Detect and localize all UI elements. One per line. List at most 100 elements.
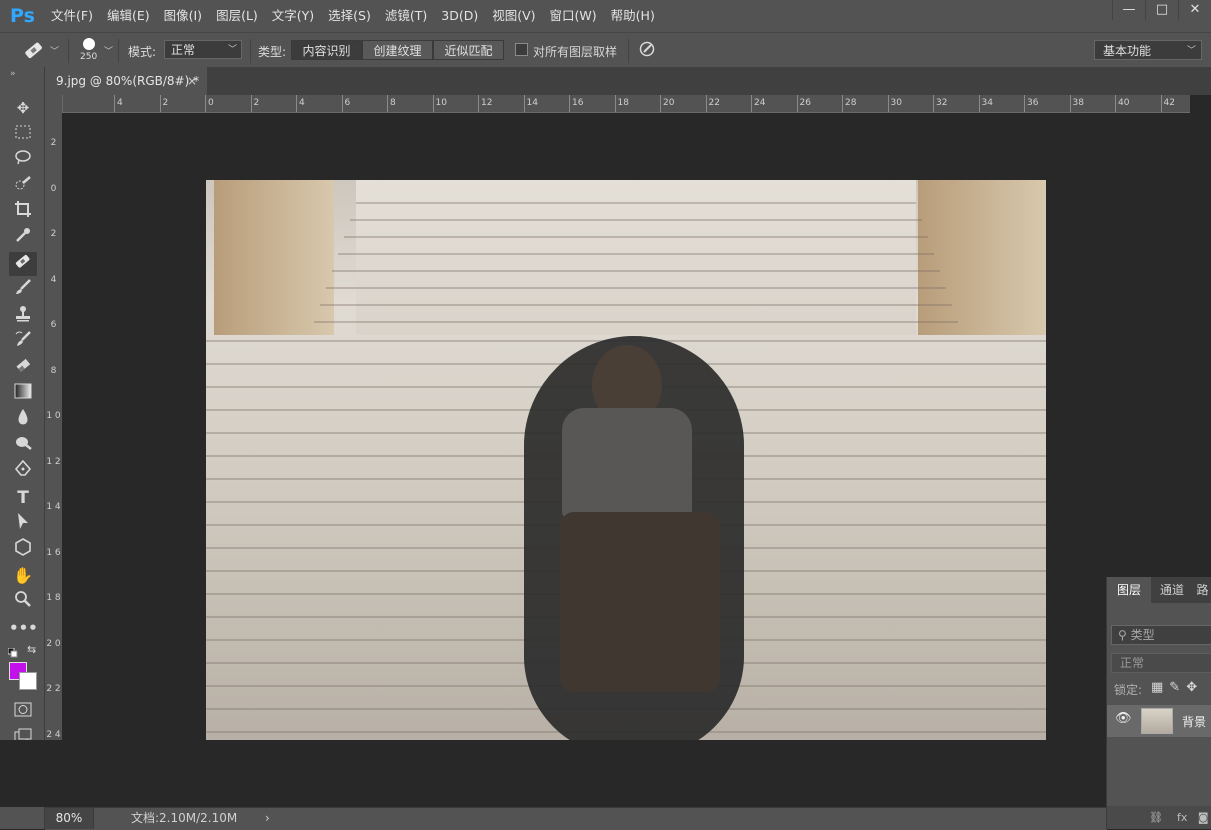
healing-overlay bbox=[524, 336, 744, 756]
menu-layer[interactable]: 图层(L) bbox=[209, 0, 265, 32]
tab-close-icon[interactable]: × bbox=[187, 67, 197, 95]
ruler-tick-label: 2 4 bbox=[46, 729, 61, 740]
close-button[interactable]: ✕ bbox=[1178, 0, 1211, 20]
ruler-tick-label: 8 bbox=[387, 95, 396, 112]
history-brush-icon[interactable] bbox=[9, 330, 37, 354]
eraser-icon[interactable] bbox=[9, 356, 37, 380]
menu-image[interactable]: 图像(I) bbox=[157, 0, 209, 32]
lock-position-icon[interactable]: ✥ bbox=[1186, 680, 1203, 695]
stair-edge bbox=[326, 287, 946, 289]
search-icon: ⚲ bbox=[1118, 628, 1131, 642]
menu-file[interactable]: 文件(F) bbox=[44, 0, 100, 32]
layer-filter-select[interactable]: ⚲ 类型 bbox=[1111, 625, 1211, 645]
tab-layers[interactable]: 图层 bbox=[1107, 577, 1151, 603]
type-content-aware[interactable]: 内容识别 bbox=[291, 40, 362, 60]
chevron-right-icon[interactable]: › bbox=[265, 808, 270, 829]
menu-type[interactable]: 文字(Y) bbox=[265, 0, 321, 32]
zoom-level[interactable]: 80% bbox=[45, 808, 94, 829]
canvas-pasteboard bbox=[0, 740, 1190, 807]
collapse-icon[interactable]: » bbox=[10, 69, 16, 79]
swap-colors-icon[interactable]: ⇆ bbox=[27, 643, 36, 656]
stamp-icon[interactable] bbox=[9, 304, 37, 328]
healing-brush-icon[interactable] bbox=[22, 39, 46, 61]
blend-mode-select[interactable]: 正常 bbox=[1111, 653, 1211, 673]
divider bbox=[250, 39, 251, 63]
link-icon[interactable]: ⛓ bbox=[1149, 811, 1163, 824]
ruler-tick-label: 10 bbox=[432, 95, 447, 112]
ruler-tick-label: 34 bbox=[978, 95, 993, 112]
lock-pixels-icon[interactable]: ✎ bbox=[1169, 680, 1186, 695]
panel-tabs: 图层 通道 路 bbox=[1107, 577, 1211, 603]
ruler-tick-label: 1 2 bbox=[46, 456, 61, 467]
sample-all-layers-checkbox[interactable] bbox=[515, 43, 528, 56]
zoom-icon[interactable] bbox=[9, 590, 37, 614]
more-icon[interactable]: ••• bbox=[9, 616, 38, 640]
quick-select-icon[interactable] bbox=[9, 174, 37, 198]
lock-label: 锁定: bbox=[1114, 683, 1143, 697]
chevron-down-icon: ﹀ bbox=[227, 45, 237, 55]
chevron-down-icon[interactable]: ﹀ bbox=[104, 44, 113, 57]
eyedropper-icon[interactable] bbox=[9, 226, 37, 250]
stair-edge bbox=[320, 304, 952, 306]
vertical-ruler[interactable]: 2024681 01 21 41 61 82 02 22 42 6 bbox=[45, 95, 63, 807]
chevron-down-icon: ﹀ bbox=[1186, 46, 1196, 56]
eye-icon[interactable]: 👁 bbox=[1115, 711, 1132, 726]
brush-preview[interactable] bbox=[83, 38, 95, 50]
path-select-icon[interactable] bbox=[9, 512, 37, 536]
maximize-button[interactable]: □ bbox=[1145, 0, 1178, 20]
menu-edit[interactable]: 编辑(E) bbox=[100, 0, 157, 32]
lasso-icon[interactable] bbox=[9, 148, 37, 172]
menu-window[interactable]: 窗口(W) bbox=[543, 0, 604, 32]
document-tab[interactable]: 9.jpg @ 80%(RGB/8#) * × bbox=[45, 67, 207, 95]
chevron-down-icon[interactable]: ﹀ bbox=[50, 44, 59, 57]
document-info: 文档:2.10M/2.10M bbox=[131, 811, 238, 825]
ruler-tick-label: 2 bbox=[50, 229, 57, 239]
default-colors-icon[interactable] bbox=[7, 647, 18, 658]
dodge-icon[interactable] bbox=[9, 434, 37, 458]
mask-icon[interactable]: ◙ bbox=[1198, 811, 1209, 824]
right-railing bbox=[918, 180, 1046, 335]
brush-size: 250 bbox=[80, 52, 98, 62]
horizontal-ruler[interactable]: 4 2 0 2 4 6 8 10 12 14 16 18 20 22 24 26 28 30 32 34 36 38 40 4… bbox=[62, 95, 1190, 113]
menu-view[interactable]: 视图(V) bbox=[485, 0, 542, 32]
marquee-icon[interactable] bbox=[9, 122, 37, 146]
ruler-tick-label: 2 bbox=[250, 95, 259, 112]
type-proximity-match[interactable]: 近似匹配 bbox=[433, 40, 504, 60]
window-controls: — □ ✕ bbox=[1112, 0, 1211, 22]
stair-edge bbox=[356, 202, 916, 204]
menu-help[interactable]: 帮助(H) bbox=[604, 0, 662, 32]
crop-icon[interactable] bbox=[9, 200, 37, 224]
workspace-select[interactable]: 基本功能 ﹀ bbox=[1094, 40, 1202, 60]
blur-icon[interactable] bbox=[9, 408, 37, 432]
hand-icon[interactable]: ✋ bbox=[9, 564, 37, 588]
healing-brush-tool[interactable] bbox=[9, 252, 37, 276]
pressure-size-icon[interactable] bbox=[638, 40, 656, 58]
minimize-button[interactable]: — bbox=[1112, 0, 1145, 20]
mode-select[interactable]: 正常 ﹀ bbox=[164, 40, 242, 59]
menu-3d[interactable]: 3D(D) bbox=[434, 0, 485, 32]
fx-icon[interactable]: fx bbox=[1177, 811, 1187, 824]
tab-channels[interactable]: 通道 bbox=[1151, 577, 1193, 603]
lock-transparent-icon[interactable]: ▦ bbox=[1151, 680, 1169, 695]
menu-filter[interactable]: 滤镜(T) bbox=[378, 0, 434, 32]
shape-icon[interactable] bbox=[9, 538, 37, 562]
type-create-texture[interactable]: 创建纹理 bbox=[362, 40, 433, 60]
move-icon[interactable]: ✥ bbox=[9, 96, 37, 120]
ruler-tick-label: 12 bbox=[478, 95, 492, 112]
tab-paths[interactable]: 路 bbox=[1193, 577, 1211, 603]
brush-icon[interactable] bbox=[9, 278, 37, 302]
stair-edge bbox=[344, 236, 928, 238]
gradient-icon[interactable] bbox=[9, 382, 37, 406]
layer-row[interactable]: 👁 背景 bbox=[1107, 705, 1211, 737]
stair-edge bbox=[350, 219, 922, 221]
ruler-tick-label: 28 bbox=[842, 95, 856, 112]
type-label: 类型: bbox=[258, 45, 287, 59]
ruler-tick-label: 20 bbox=[660, 95, 674, 112]
menu-select[interactable]: 选择(S) bbox=[321, 0, 378, 32]
ruler-tick-label: 0 bbox=[50, 183, 57, 194]
stair-edge bbox=[332, 270, 940, 272]
background-color-swatch[interactable] bbox=[19, 672, 37, 690]
type-icon[interactable]: T bbox=[9, 486, 37, 510]
pen-icon[interactable] bbox=[9, 459, 37, 484]
quick-mask-icon[interactable] bbox=[14, 702, 32, 721]
